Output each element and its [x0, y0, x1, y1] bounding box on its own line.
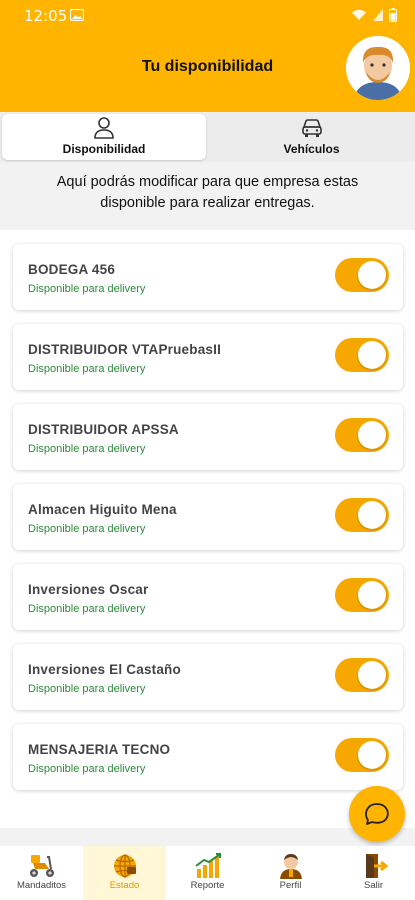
- company-name: BODEGA 456: [28, 262, 116, 277]
- company-name: Inversiones El Castaño: [28, 662, 181, 677]
- availability-toggle[interactable]: [335, 578, 389, 612]
- exit-icon: [365, 854, 388, 878]
- user-avatar-icon: [346, 36, 410, 100]
- status-time: 12:05: [24, 7, 68, 25]
- person-icon: [94, 117, 114, 139]
- tab-label: Disponibilidad: [62, 142, 146, 156]
- battery-icon: [389, 8, 397, 22]
- nav-label: Salir: [363, 880, 383, 891]
- image-notification-icon: [70, 9, 84, 21]
- company-status: Disponible para delivery: [28, 283, 146, 295]
- nav-reporte[interactable]: Reporte: [166, 846, 249, 900]
- tab-bar: Disponibilidad Vehículos: [0, 112, 415, 162]
- car-icon: [301, 119, 322, 137]
- availability-toggle[interactable]: [335, 738, 389, 772]
- company-status: Disponible para delivery: [28, 363, 146, 375]
- availability-toggle[interactable]: [335, 338, 389, 372]
- company-status: Disponible para delivery: [28, 763, 146, 775]
- toggle-knob: [358, 501, 386, 529]
- company-card: Almacen Higuito Mena Disponible para del…: [13, 484, 403, 550]
- intro-text: Aquí podrás modificar para que empresa e…: [0, 172, 415, 214]
- toggle-knob: [358, 421, 386, 449]
- app-header: 12:05 Tu disponibilidad: [0, 0, 415, 112]
- toggle-knob: [358, 741, 386, 769]
- profile-icon: [279, 854, 302, 879]
- chat-button[interactable]: [349, 786, 405, 842]
- nav-salir[interactable]: Salir: [332, 846, 415, 900]
- scooter-icon: [29, 855, 54, 877]
- chart-icon: [194, 853, 221, 878]
- tab-vehiculos[interactable]: Vehículos: [210, 114, 413, 160]
- signal-icon: [373, 9, 383, 21]
- company-name: MENSAJERIA TECNO: [28, 742, 171, 757]
- company-name: Almacen Higuito Mena: [28, 502, 177, 517]
- company-card: Inversiones Oscar Disponible para delive…: [13, 564, 403, 630]
- company-name: DISTRIBUIDOR VTAPruebasII: [28, 342, 222, 357]
- availability-toggle[interactable]: [335, 258, 389, 292]
- toggle-knob: [358, 261, 386, 289]
- company-name: DISTRIBUIDOR APSSA: [28, 422, 179, 437]
- toggle-knob: [358, 581, 386, 609]
- company-name: Inversiones Oscar: [28, 582, 149, 597]
- chat-icon: [365, 803, 389, 825]
- company-card: MENSAJERIA TECNO Disponible para deliver…: [13, 724, 403, 790]
- company-card: Inversiones El Castaño Disponible para d…: [13, 644, 403, 710]
- nav-label: Estado: [109, 880, 140, 891]
- company-status: Disponible para delivery: [28, 443, 146, 455]
- company-card: DISTRIBUIDOR VTAPruebasII Disponible par…: [13, 324, 403, 390]
- nav-perfil[interactable]: Perfil: [249, 846, 332, 900]
- intro-line-2: disponible para realizar entregas.: [100, 195, 315, 211]
- company-card: BODEGA 456 Disponible para delivery: [13, 244, 403, 310]
- company-card: DISTRIBUIDOR APSSA Disponible para deliv…: [13, 404, 403, 470]
- availability-toggle[interactable]: [335, 498, 389, 532]
- toggle-knob: [358, 661, 386, 689]
- nav-estado[interactable]: Estado: [83, 846, 166, 900]
- availability-toggle[interactable]: [335, 418, 389, 452]
- nav-label: Perfil: [279, 880, 302, 891]
- company-status: Disponible para delivery: [28, 603, 146, 615]
- bottom-nav: Mandaditos Estado Reporte Perfil Salir: [0, 846, 415, 900]
- avatar[interactable]: [346, 36, 410, 100]
- company-list: BODEGA 456 Disponible para delivery DIST…: [0, 230, 415, 828]
- nav-label: Reporte: [190, 880, 225, 891]
- tab-label: Vehículos: [283, 142, 340, 156]
- status-bar: 12:05: [0, 0, 415, 30]
- nav-mandaditos[interactable]: Mandaditos: [0, 846, 83, 900]
- company-status: Disponible para delivery: [28, 523, 146, 535]
- globe-icon: [113, 854, 136, 878]
- toggle-knob: [358, 341, 386, 369]
- tab-disponibilidad[interactable]: Disponibilidad: [2, 114, 206, 160]
- nav-label: Mandaditos: [16, 880, 67, 891]
- availability-toggle[interactable]: [335, 658, 389, 692]
- company-status: Disponible para delivery: [28, 683, 146, 695]
- status-icons: [351, 8, 397, 22]
- wifi-icon: [352, 9, 366, 20]
- intro-line-1: Aquí podrás modificar para que empresa e…: [56, 174, 359, 190]
